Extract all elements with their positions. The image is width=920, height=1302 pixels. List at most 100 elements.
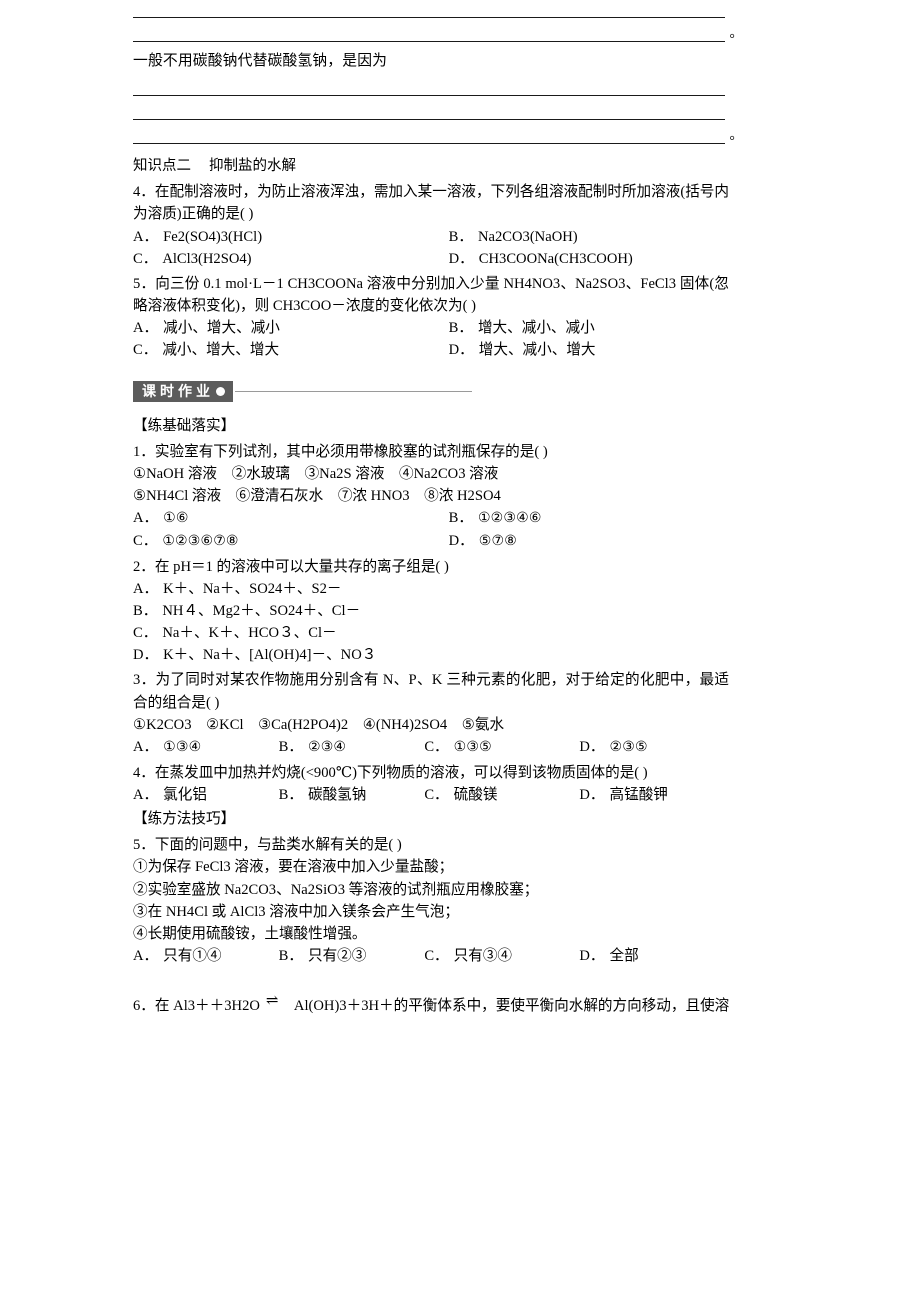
option-text: AlCl3(H2SO4) [162,250,252,267]
statement-item-line: ②实验室盛放 Na2CO3、Na2SiO3 等溶液的试剂瓶应用橡胶塞； [133,881,539,898]
option-text: ①③④ [163,738,202,755]
option-item[interactable]: B． 只有②③ [279,945,425,967]
option-text: ①⑥ [163,510,189,527]
option-label: A． [133,320,159,337]
option-text: 减小、增大、增大 [162,342,280,359]
option-list: A． Fe2(SO4)3(HCl) B． Na2CO3(NaOH) C． AlCl3(… [133,226,729,270]
option-label: B． [278,948,303,965]
option-item[interactable]: C． AlCl3(H2SO4) [133,248,449,270]
option-label: C． [133,625,158,642]
option-item[interactable]: C． ①③⑤ [424,736,579,759]
option-text: ②③④ [307,738,347,755]
option-list: A． ①⑥ B． ①②③④⑥ C． ①②③⑥⑦⑧ D． ⑤⑦⑧ [133,507,729,552]
option-text: ②③⑤ [609,738,648,755]
option-item[interactable]: B． Na2CO3(NaOH) [449,226,725,248]
option-item[interactable]: B． ①②③④⑥ [449,507,725,530]
option-item[interactable]: A． ①③④ [133,736,279,759]
answer-rule[interactable] [133,95,725,97]
option-label: B． [448,228,473,245]
option-label: A． [133,510,159,527]
option-item[interactable]: C． Na＋、K＋、HCO３、Cl－ [133,622,729,644]
question-number: 1． [133,443,155,460]
bullet-dot-icon [216,386,225,396]
fertilizer-item-line: ①K2CO3 ②KCl ③Ca(H2PO4)2 ④(NH4)2SO4 ⑤氨水 [133,716,505,733]
question-stem: 4．在配制溶液时，为防止溶液浑浊，需加入某一溶液，下列各组溶液配制时所加溶液(括… [133,181,729,225]
option-item[interactable]: A． Fe2(SO4)3(HCl) [133,226,449,248]
option-item[interactable]: B． NH４、Mg2＋、SO24＋、Cl－ [133,600,729,622]
option-list: A． 氯化铝 B． 碳酸氢钠 C． 硫酸镁 D． 高锰酸钾 [133,784,729,806]
option-text: 增大、减小、减小 [477,320,595,337]
option-label: D． [448,250,474,267]
reagent-item-line: ⑤NH4Cl 溶液 ⑥澄清石灰水 ⑦浓 HNO3 ⑧浓 H2SO4 [133,488,501,505]
option-text: ⑤⑦⑧ [478,533,517,550]
option-item[interactable]: D． 增大、减小、增大 [449,339,725,361]
period-mark: 。 [729,25,744,40]
option-item[interactable]: D． CH3COONa(CH3COOH) [449,248,725,270]
option-item[interactable]: B． 增大、减小、减小 [449,317,725,339]
question-text: 为了同时对某农作物施用分别含有 N、P、K 三种元素的化肥，对于给定的化肥中，最… [133,672,729,711]
option-item[interactable]: A． 氯化铝 [133,784,279,806]
option-text: 只有③④ [453,948,513,965]
answer-rule[interactable] [133,17,725,18]
option-label: B． [448,510,473,527]
option-label: A． [133,580,159,597]
option-text: 全部 [609,948,639,965]
option-item[interactable]: B． ②③④ [279,736,425,759]
prompt-text: 一般不用碳酸钠代替碳酸氢钠，是因为 [133,53,388,69]
option-label: A． [133,738,159,755]
knowledge-point-heading: 知识点二 抑制盐的水解 [133,156,729,178]
option-item[interactable]: A． K＋、Na＋、SO24＋、S2－ [133,578,729,600]
option-label: B． [278,738,303,755]
option-label: A． [133,786,159,803]
answer-rule[interactable] [133,143,725,145]
answer-rule[interactable] [133,41,725,42]
option-item[interactable]: D． 全部 [579,945,725,967]
option-item[interactable]: A． 减小、增大、减小 [133,317,449,339]
option-item[interactable]: A． 只有①④ [133,945,279,967]
question-text: 向三份 0.1 mol·L－1 CH3COONa 溶液中分别加入少量 NH4NO… [133,275,729,315]
option-item[interactable]: B． 碳酸氢钠 [279,784,425,806]
answer-blank-group-top: 。 [133,17,743,42]
option-item[interactable]: C． 只有③④ [424,945,579,967]
option-text: Na2CO3(NaOH) [477,228,578,245]
knowledge-point-title: 抑制盐的水解 [209,158,296,175]
question-number: 4． [133,764,155,781]
question-stem: 5．向三份 0.1 mol·L－1 CH3COONa 溶液中分别加入少量 NH4… [133,273,729,317]
option-text: 增大、减小、增大 [478,342,596,359]
statement-item-line: ①为保存 FeCl3 溶液，要在溶液中加入少量盐酸； [133,859,454,876]
option-item[interactable]: D． ②③⑤ [579,736,725,759]
option-label: C． [133,533,158,550]
option-label: A． [133,948,159,965]
question-stem: 4．在蒸发皿中加热并灼烧(<900℃)下列物质的溶液，可以得到该物质固体的是( … [133,762,729,784]
option-item[interactable]: D． K＋、Na＋、[Al(OH)4]－、NO３ [133,644,729,666]
question-text-part2: Al(OH)3＋3H＋的平衡体系中，要使平衡向水解的方向移动，且使溶 [293,998,730,1015]
option-item[interactable]: C． 减小、增大、增大 [133,339,449,361]
option-text: Fe2(SO4)3(HCl) [163,228,263,245]
option-text: 硫酸镁 [453,786,498,803]
question-stem: 2．在 pH＝1 的溶液中可以大量共存的离子组是( ) [133,556,729,578]
reagent-item-line: ①NaOH 溶液 ②水玻璃 ③Na2S 溶液 ④Na2CO3 溶液 [133,466,499,483]
answer-blank-group-mid: 。 [133,95,743,145]
option-item[interactable]: D． 高锰酸钾 [579,784,725,806]
question-text: 实验室有下列试剂，其中必须用带橡胶塞的试剂瓶保存的是( ) [154,443,548,460]
option-label: B． [278,786,303,803]
subsection-basics-heading: 【练基础落实】 [133,417,236,434]
knowledge-point-label: 知识点二 [133,158,191,175]
option-item[interactable]: C． ①②③⑥⑦⑧ [133,530,449,553]
question-stem: 6．在 Al3＋＋3H2O ⇌ Al(OH)3＋3H＋的平衡体系中，要使平衡向水解的… [133,993,730,1017]
question-number: 2． [133,558,155,575]
option-item[interactable]: C． 硫酸镁 [424,784,579,806]
option-item[interactable]: A． ①⑥ [133,507,449,530]
question-number: 4． [133,184,155,201]
answer-rule[interactable] [133,119,725,121]
option-label: B． [448,320,473,337]
equilibrium-arrow-icon: ⇌ [265,993,279,1010]
option-label: C． [133,342,158,359]
question-number: 5． [133,275,156,292]
option-label: B． [133,602,158,619]
option-label: D． [448,342,474,359]
option-text: 只有①④ [163,948,222,965]
option-item[interactable]: D． ⑤⑦⑧ [449,530,725,553]
option-text: K＋、Na＋、SO24＋、S2－ [163,580,342,597]
option-text: ①②③⑥⑦⑧ [162,533,239,550]
